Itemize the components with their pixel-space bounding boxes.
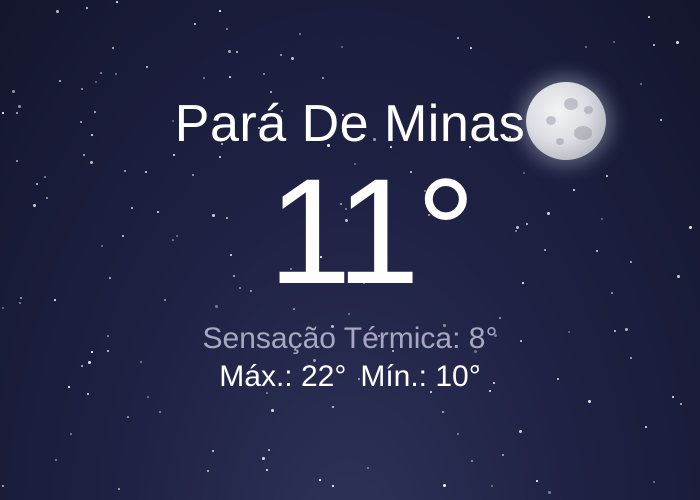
- star: [640, 83, 642, 85]
- star: [676, 41, 679, 44]
- star: [443, 484, 446, 487]
- star: [645, 426, 647, 428]
- star: [268, 449, 270, 451]
- star: [536, 480, 538, 482]
- city-name: Pará De Minas: [174, 95, 526, 153]
- star: [442, 411, 444, 413]
- star: [341, 46, 343, 48]
- star: [147, 396, 149, 398]
- current-temperature: 11°: [268, 147, 476, 315]
- star: [630, 357, 632, 359]
- star: [588, 400, 591, 403]
- star: [207, 470, 209, 472]
- star: [471, 460, 473, 462]
- star: [229, 76, 231, 78]
- star: [159, 411, 161, 413]
- star: [322, 77, 324, 79]
- star: [499, 317, 501, 319]
- star: [457, 433, 459, 435]
- star: [653, 481, 655, 483]
- star: [116, 1, 118, 3]
- star: [672, 396, 674, 398]
- star: [59, 80, 61, 82]
- star: [86, 7, 88, 9]
- star: [270, 91, 272, 93]
- star: [263, 73, 265, 75]
- star: [56, 10, 59, 13]
- star: [2, 485, 4, 487]
- star: [648, 16, 650, 18]
- star: [194, 23, 196, 25]
- star: [332, 406, 334, 408]
- star: [70, 433, 72, 435]
- star: [127, 416, 129, 418]
- high-low-temperatures: Máx.: 22° Mín.: 10°: [0, 360, 700, 394]
- star: [262, 457, 265, 460]
- star: [653, 44, 655, 46]
- star: [228, 50, 231, 53]
- star: [332, 485, 334, 487]
- star: [12, 90, 15, 93]
- star: [212, 450, 214, 452]
- star: [226, 28, 228, 30]
- star: [2, 307, 4, 309]
- max-temperature: Máx.: 22°: [219, 360, 347, 393]
- star: [280, 54, 282, 56]
- star: [271, 409, 274, 412]
- star: [219, 10, 221, 12]
- star: [146, 66, 148, 68]
- star: [115, 73, 117, 75]
- star: [55, 459, 57, 461]
- star: [680, 403, 682, 405]
- star: [112, 47, 114, 49]
- star: [100, 72, 102, 74]
- star: [457, 37, 459, 39]
- star: [118, 488, 120, 490]
- min-temperature: Mín.: 10°: [360, 360, 481, 393]
- star: [319, 479, 321, 481]
- star: [519, 430, 522, 433]
- star: [470, 47, 472, 49]
- star: [491, 485, 493, 487]
- star: [81, 88, 83, 90]
- star: [95, 81, 97, 83]
- star: [266, 469, 268, 471]
- star: [367, 467, 369, 469]
- star: [203, 77, 205, 79]
- star: [502, 454, 504, 456]
- star: [291, 57, 294, 60]
- star: [585, 46, 587, 48]
- star: [236, 51, 238, 53]
- star: [548, 491, 551, 494]
- star: [613, 41, 615, 43]
- star: [299, 33, 301, 35]
- feels-like-temperature: Sensação Térmica: 8°: [202, 322, 498, 355]
